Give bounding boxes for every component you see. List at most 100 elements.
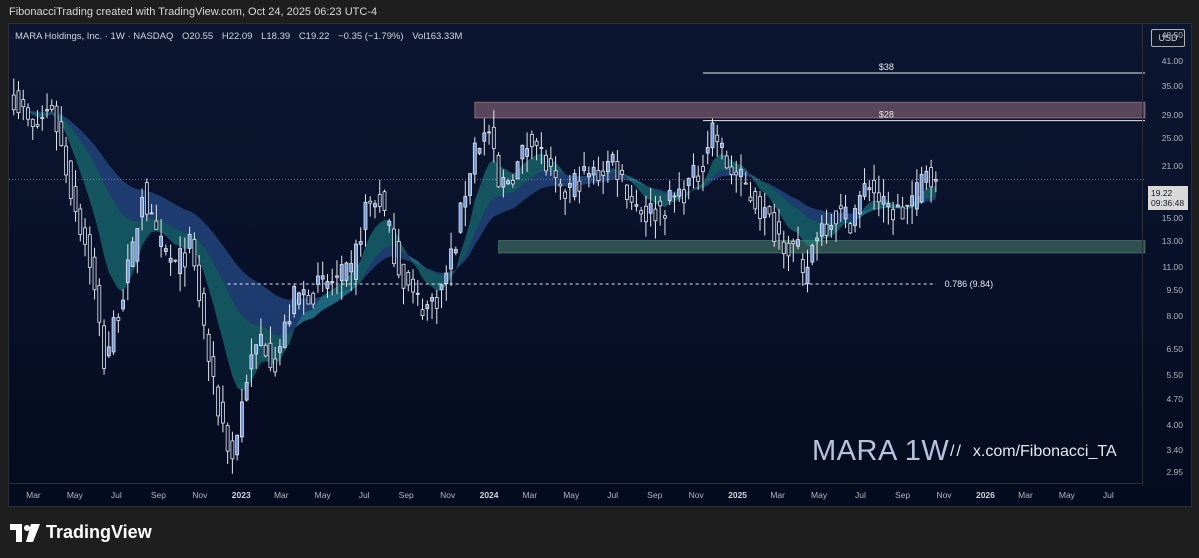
candle-body: [363, 201, 368, 230]
candle-body: [230, 440, 235, 460]
candle-body: [838, 205, 843, 210]
chart-pane[interactable]: $38 $28 0.786 (9.84) MARA Holdings, Inc. ·…: [8, 23, 1192, 507]
candle-body: [392, 228, 396, 265]
candle-body: [705, 147, 710, 154]
candle-body: [439, 284, 444, 291]
candle-body: [187, 233, 192, 249]
handle-text: x.com/Fibonacci_TA: [972, 443, 1117, 460]
candle-body: [268, 342, 273, 369]
month-tick: Mar: [273, 490, 289, 500]
candle-body: [16, 90, 21, 114]
candle-body: [791, 240, 796, 244]
candle-body: [182, 252, 187, 268]
candle-body: [853, 208, 857, 226]
candle-body: [411, 278, 415, 293]
month-tick: Sep: [398, 490, 414, 500]
candle-body: [777, 221, 781, 235]
candle-body: [577, 180, 582, 192]
candle-body: [667, 189, 672, 201]
month-tick: Sep: [150, 490, 166, 500]
candle-body: [558, 183, 563, 187]
candle-body: [320, 275, 325, 280]
candle-body: [249, 354, 254, 370]
candle-body: [387, 220, 392, 226]
price-chart-canvas[interactable]: $38 $28 0.786 (9.84): [9, 24, 1192, 507]
price-tick: 48.50: [1161, 29, 1183, 40]
candle-body: [881, 195, 886, 205]
candle-body: [463, 196, 468, 208]
candle-body: [444, 272, 449, 284]
candle-body: [805, 266, 810, 285]
candle-body: [330, 281, 335, 284]
candle-body: [715, 134, 720, 142]
price-tick: 5.50: [1166, 369, 1183, 380]
price-tick: 3.40: [1166, 444, 1183, 455]
candle-body: [263, 344, 268, 357]
symbol-legend: MARA Holdings, Inc. · 1W · NASDAQ O20.55…: [15, 31, 468, 42]
candle-body: [810, 245, 815, 263]
year-tick: 2023: [231, 490, 251, 500]
candle-body: [634, 204, 639, 207]
candle-body: [914, 182, 919, 210]
candle-body: [672, 195, 677, 198]
candle-body: [563, 191, 568, 199]
candle-body: [900, 206, 905, 220]
candle-body: [515, 161, 520, 180]
candle-body: [506, 180, 510, 185]
candle-body: [149, 212, 154, 215]
candle-body: [368, 200, 373, 204]
resistance-zone: [474, 101, 1146, 119]
symbol-title[interactable]: MARA Holdings, Inc. · 1W · NASDAQ: [15, 31, 173, 42]
candle-body: [354, 243, 358, 280]
candle-body: [591, 166, 596, 176]
candle-body: [449, 248, 453, 270]
month-tick: Mar: [522, 490, 538, 500]
candle-body: [192, 239, 197, 267]
candle-body: [287, 321, 292, 325]
candle-body: [710, 122, 715, 149]
candle-body: [748, 196, 753, 202]
candle-body: [876, 192, 881, 203]
candle-body: [762, 207, 767, 218]
month-tick: May: [314, 490, 331, 500]
candle-body: [21, 99, 26, 108]
candle-body: [135, 228, 140, 262]
candle-body: [273, 358, 278, 373]
candle-body: [396, 241, 401, 276]
candle-body: [781, 241, 786, 255]
tradingview-logo[interactable]: TradingView: [10, 522, 152, 543]
price-axis[interactable]: USD 48.50 41.00 35.00 29.00 25.00 21.00 15.00 1…: [1142, 24, 1191, 486]
author-handle: // x.com/Fibonacci_TA: [950, 443, 1117, 461]
price-tick: 4.00: [1166, 419, 1183, 430]
time-axis[interactable]: Mar May Jul Sep Nov 2023 Mar May Jul Sep Nov 2024 Ma…: [9, 483, 1143, 506]
candle-body: [425, 304, 430, 310]
high-value: H22.09: [221, 31, 253, 42]
candle-body: [800, 259, 805, 273]
candle-body: [539, 147, 544, 149]
candle-body: [548, 158, 553, 167]
candle-body: [163, 248, 168, 252]
price-tick: 15.00: [1161, 213, 1183, 224]
handle-separator: //: [950, 443, 963, 460]
candle-body: [567, 183, 572, 188]
candle-body: [886, 203, 891, 208]
candle-body: [843, 206, 848, 220]
candle-body: [244, 382, 249, 401]
candle-body: [40, 117, 45, 120]
candle-body: [682, 189, 686, 204]
candle-body: [206, 333, 211, 362]
candle-body: [601, 170, 606, 176]
candle-body: [111, 317, 116, 353]
month-tick: Mar: [1018, 490, 1033, 500]
candle-body: [767, 206, 772, 215]
month-tick: Nov: [192, 490, 208, 500]
candle-body: [477, 148, 482, 154]
candle-body: [482, 132, 487, 142]
candle-body: [178, 248, 183, 275]
open-value: O20.55: [182, 31, 214, 42]
last-price-label: 19.22 09:36:48: [1148, 186, 1188, 210]
candle-body: [35, 124, 40, 127]
ticker-watermark: MARA 1W: [812, 435, 950, 467]
candle-body: [106, 346, 111, 357]
candle-body: [910, 195, 914, 207]
